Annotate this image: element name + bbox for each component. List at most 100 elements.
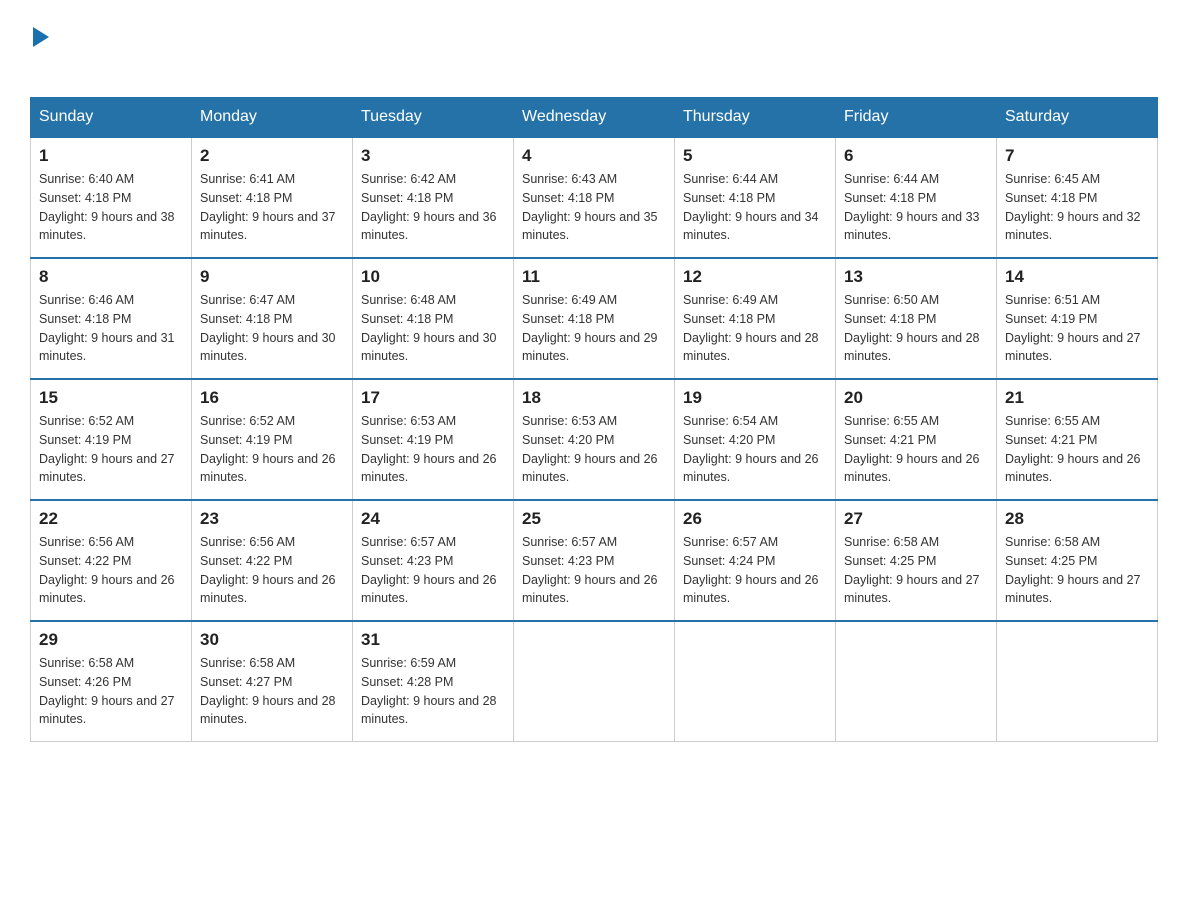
day-number: 17 <box>361 388 505 408</box>
day-info: Sunrise: 6:52 AM Sunset: 4:19 PM Dayligh… <box>39 412 183 487</box>
calendar-cell: 24 Sunrise: 6:57 AM Sunset: 4:23 PM Dayl… <box>353 500 514 621</box>
day-number: 26 <box>683 509 827 529</box>
day-info: Sunrise: 6:48 AM Sunset: 4:18 PM Dayligh… <box>361 291 505 366</box>
calendar-cell: 1 Sunrise: 6:40 AM Sunset: 4:18 PM Dayli… <box>31 137 192 258</box>
day-number: 12 <box>683 267 827 287</box>
week-row-4: 22 Sunrise: 6:56 AM Sunset: 4:22 PM Dayl… <box>31 500 1158 621</box>
calendar-cell: 18 Sunrise: 6:53 AM Sunset: 4:20 PM Dayl… <box>514 379 675 500</box>
day-info: Sunrise: 6:55 AM Sunset: 4:21 PM Dayligh… <box>844 412 988 487</box>
day-info: Sunrise: 6:58 AM Sunset: 4:27 PM Dayligh… <box>200 654 344 729</box>
day-info: Sunrise: 6:49 AM Sunset: 4:18 PM Dayligh… <box>522 291 666 366</box>
day-number: 29 <box>39 630 183 650</box>
calendar-cell: 11 Sunrise: 6:49 AM Sunset: 4:18 PM Dayl… <box>514 258 675 379</box>
calendar-cell: 25 Sunrise: 6:57 AM Sunset: 4:23 PM Dayl… <box>514 500 675 621</box>
day-number: 9 <box>200 267 344 287</box>
day-info: Sunrise: 6:53 AM Sunset: 4:20 PM Dayligh… <box>522 412 666 487</box>
calendar-cell: 29 Sunrise: 6:58 AM Sunset: 4:26 PM Dayl… <box>31 621 192 742</box>
day-header-sunday: Sunday <box>31 98 192 138</box>
day-header-saturday: Saturday <box>997 98 1158 138</box>
calendar-cell: 12 Sunrise: 6:49 AM Sunset: 4:18 PM Dayl… <box>675 258 836 379</box>
day-number: 3 <box>361 146 505 166</box>
day-info: Sunrise: 6:49 AM Sunset: 4:18 PM Dayligh… <box>683 291 827 366</box>
week-row-1: 1 Sunrise: 6:40 AM Sunset: 4:18 PM Dayli… <box>31 137 1158 258</box>
calendar-cell: 30 Sunrise: 6:58 AM Sunset: 4:27 PM Dayl… <box>192 621 353 742</box>
calendar-cell: 16 Sunrise: 6:52 AM Sunset: 4:19 PM Dayl… <box>192 379 353 500</box>
day-header-friday: Friday <box>836 98 997 138</box>
calendar-cell: 17 Sunrise: 6:53 AM Sunset: 4:19 PM Dayl… <box>353 379 514 500</box>
calendar-cell: 9 Sunrise: 6:47 AM Sunset: 4:18 PM Dayli… <box>192 258 353 379</box>
day-info: Sunrise: 6:42 AM Sunset: 4:18 PM Dayligh… <box>361 170 505 245</box>
day-number: 8 <box>39 267 183 287</box>
week-row-2: 8 Sunrise: 6:46 AM Sunset: 4:18 PM Dayli… <box>31 258 1158 379</box>
calendar-cell: 5 Sunrise: 6:44 AM Sunset: 4:18 PM Dayli… <box>675 137 836 258</box>
day-number: 30 <box>200 630 344 650</box>
day-info: Sunrise: 6:58 AM Sunset: 4:26 PM Dayligh… <box>39 654 183 729</box>
day-info: Sunrise: 6:47 AM Sunset: 4:18 PM Dayligh… <box>200 291 344 366</box>
day-number: 1 <box>39 146 183 166</box>
calendar-cell: 4 Sunrise: 6:43 AM Sunset: 4:18 PM Dayli… <box>514 137 675 258</box>
calendar-cell: 26 Sunrise: 6:57 AM Sunset: 4:24 PM Dayl… <box>675 500 836 621</box>
day-number: 19 <box>683 388 827 408</box>
day-number: 23 <box>200 509 344 529</box>
day-number: 13 <box>844 267 988 287</box>
logo-triangle-icon <box>33 27 49 47</box>
day-number: 6 <box>844 146 988 166</box>
day-number: 11 <box>522 267 666 287</box>
day-info: Sunrise: 6:57 AM Sunset: 4:23 PM Dayligh… <box>522 533 666 608</box>
day-number: 28 <box>1005 509 1149 529</box>
calendar-cell: 8 Sunrise: 6:46 AM Sunset: 4:18 PM Dayli… <box>31 258 192 379</box>
day-info: Sunrise: 6:59 AM Sunset: 4:28 PM Dayligh… <box>361 654 505 729</box>
day-info: Sunrise: 6:50 AM Sunset: 4:18 PM Dayligh… <box>844 291 988 366</box>
day-number: 27 <box>844 509 988 529</box>
page-header <box>30 20 1158 77</box>
week-row-5: 29 Sunrise: 6:58 AM Sunset: 4:26 PM Dayl… <box>31 621 1158 742</box>
calendar-cell: 13 Sunrise: 6:50 AM Sunset: 4:18 PM Dayl… <box>836 258 997 379</box>
day-number: 7 <box>1005 146 1149 166</box>
day-info: Sunrise: 6:52 AM Sunset: 4:19 PM Dayligh… <box>200 412 344 487</box>
day-number: 20 <box>844 388 988 408</box>
calendar-cell: 20 Sunrise: 6:55 AM Sunset: 4:21 PM Dayl… <box>836 379 997 500</box>
calendar-cell: 14 Sunrise: 6:51 AM Sunset: 4:19 PM Dayl… <box>997 258 1158 379</box>
calendar-cell <box>675 621 836 742</box>
day-info: Sunrise: 6:54 AM Sunset: 4:20 PM Dayligh… <box>683 412 827 487</box>
day-info: Sunrise: 6:57 AM Sunset: 4:24 PM Dayligh… <box>683 533 827 608</box>
calendar-table: SundayMondayTuesdayWednesdayThursdayFrid… <box>30 97 1158 742</box>
day-info: Sunrise: 6:56 AM Sunset: 4:22 PM Dayligh… <box>39 533 183 608</box>
day-info: Sunrise: 6:58 AM Sunset: 4:25 PM Dayligh… <box>844 533 988 608</box>
day-number: 10 <box>361 267 505 287</box>
day-number: 21 <box>1005 388 1149 408</box>
calendar-cell: 2 Sunrise: 6:41 AM Sunset: 4:18 PM Dayli… <box>192 137 353 258</box>
calendar-cell: 21 Sunrise: 6:55 AM Sunset: 4:21 PM Dayl… <box>997 379 1158 500</box>
day-number: 25 <box>522 509 666 529</box>
calendar-cell: 7 Sunrise: 6:45 AM Sunset: 4:18 PM Dayli… <box>997 137 1158 258</box>
week-row-3: 15 Sunrise: 6:52 AM Sunset: 4:19 PM Dayl… <box>31 379 1158 500</box>
calendar-cell: 10 Sunrise: 6:48 AM Sunset: 4:18 PM Dayl… <box>353 258 514 379</box>
calendar-cell <box>514 621 675 742</box>
day-header-monday: Monday <box>192 98 353 138</box>
calendar-cell: 3 Sunrise: 6:42 AM Sunset: 4:18 PM Dayli… <box>353 137 514 258</box>
day-number: 15 <box>39 388 183 408</box>
day-number: 16 <box>200 388 344 408</box>
day-info: Sunrise: 6:43 AM Sunset: 4:18 PM Dayligh… <box>522 170 666 245</box>
calendar-cell <box>997 621 1158 742</box>
day-info: Sunrise: 6:55 AM Sunset: 4:21 PM Dayligh… <box>1005 412 1149 487</box>
calendar-cell: 31 Sunrise: 6:59 AM Sunset: 4:28 PM Dayl… <box>353 621 514 742</box>
day-number: 2 <box>200 146 344 166</box>
day-info: Sunrise: 6:53 AM Sunset: 4:19 PM Dayligh… <box>361 412 505 487</box>
calendar-cell: 6 Sunrise: 6:44 AM Sunset: 4:18 PM Dayli… <box>836 137 997 258</box>
day-info: Sunrise: 6:56 AM Sunset: 4:22 PM Dayligh… <box>200 533 344 608</box>
calendar-cell <box>836 621 997 742</box>
calendar-cell: 23 Sunrise: 6:56 AM Sunset: 4:22 PM Dayl… <box>192 500 353 621</box>
calendar-cell: 22 Sunrise: 6:56 AM Sunset: 4:22 PM Dayl… <box>31 500 192 621</box>
day-info: Sunrise: 6:45 AM Sunset: 4:18 PM Dayligh… <box>1005 170 1149 245</box>
day-number: 24 <box>361 509 505 529</box>
calendar-cell: 15 Sunrise: 6:52 AM Sunset: 4:19 PM Dayl… <box>31 379 192 500</box>
day-info: Sunrise: 6:51 AM Sunset: 4:19 PM Dayligh… <box>1005 291 1149 366</box>
day-number: 4 <box>522 146 666 166</box>
day-number: 5 <box>683 146 827 166</box>
calendar-cell: 27 Sunrise: 6:58 AM Sunset: 4:25 PM Dayl… <box>836 500 997 621</box>
day-info: Sunrise: 6:46 AM Sunset: 4:18 PM Dayligh… <box>39 291 183 366</box>
day-header-row: SundayMondayTuesdayWednesdayThursdayFrid… <box>31 98 1158 138</box>
day-info: Sunrise: 6:44 AM Sunset: 4:18 PM Dayligh… <box>683 170 827 245</box>
day-info: Sunrise: 6:40 AM Sunset: 4:18 PM Dayligh… <box>39 170 183 245</box>
